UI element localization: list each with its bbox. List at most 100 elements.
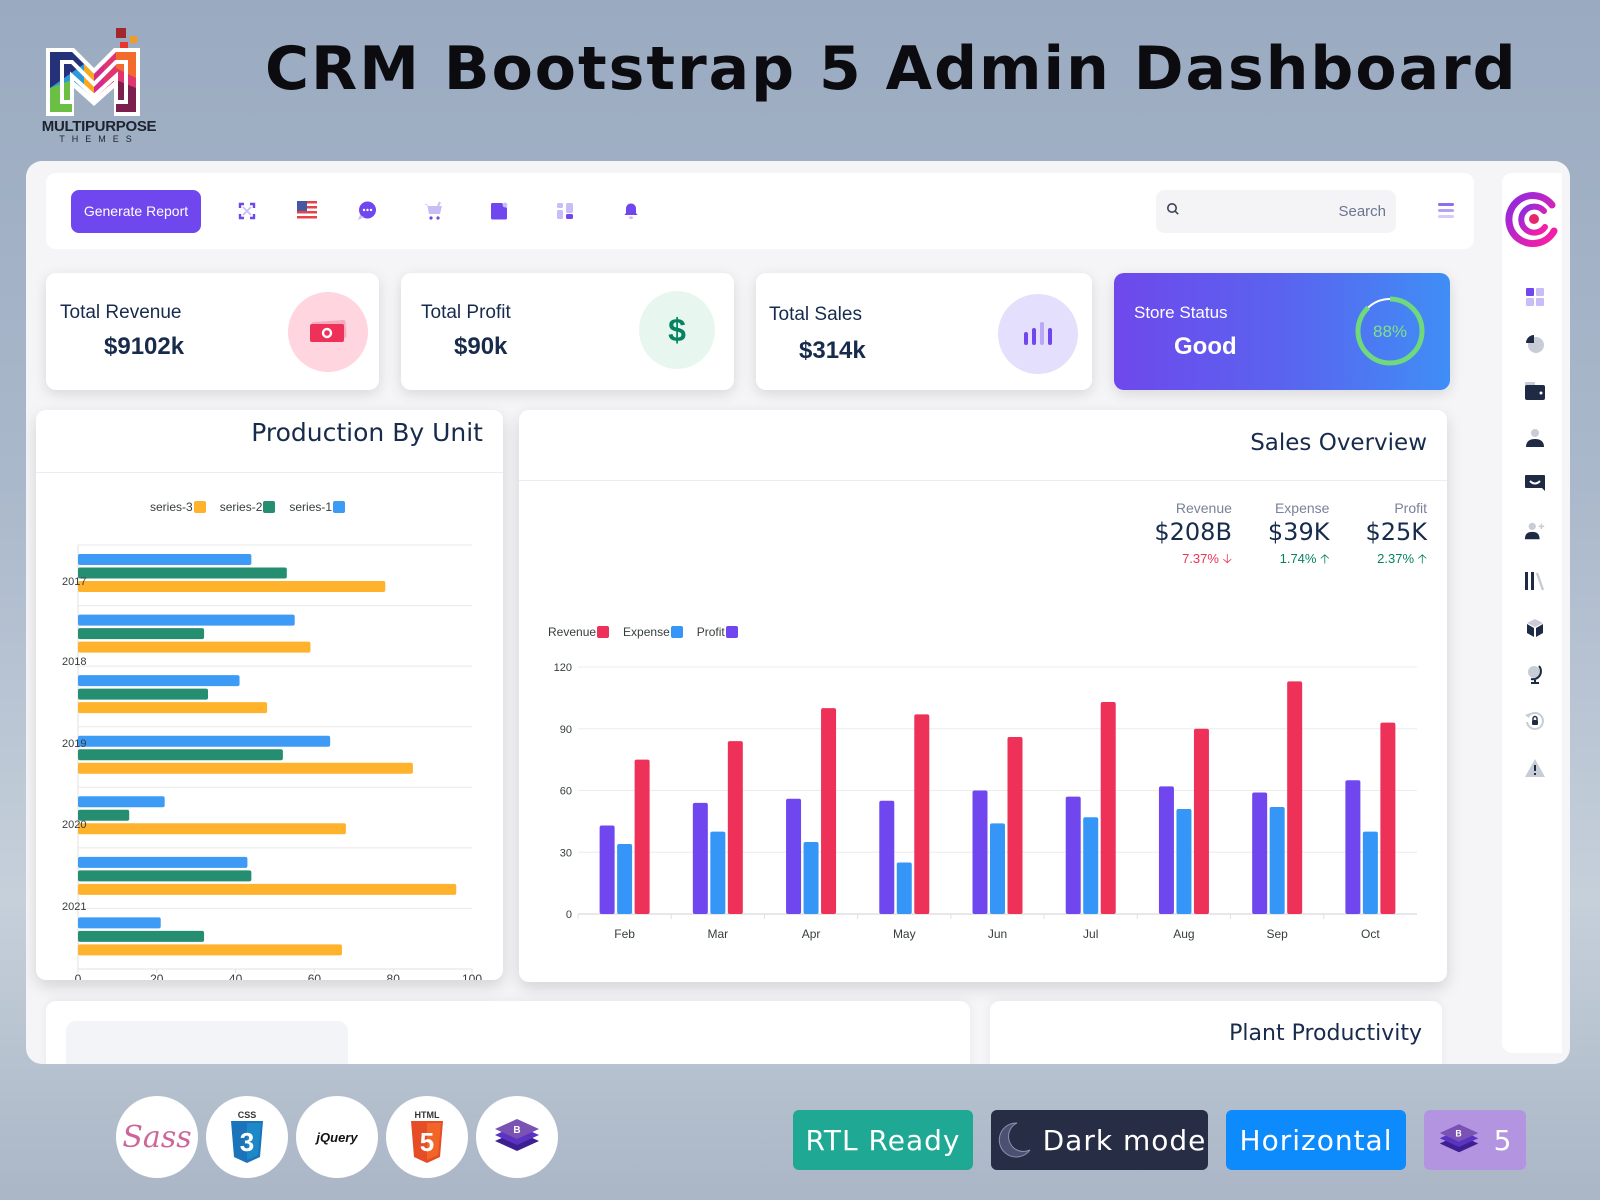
bar-series-3-4 — [78, 823, 346, 835]
warning-icon[interactable] — [1524, 757, 1546, 779]
bar-series-2-5 — [78, 870, 252, 882]
css3-logo: CSS 3 — [206, 1096, 288, 1178]
x-tick-label: 80 — [387, 972, 401, 980]
money-icon — [288, 292, 368, 372]
bar-series-3-5 — [78, 883, 457, 895]
fullscreen-icon[interactable] — [237, 201, 257, 221]
message-icon[interactable] — [1524, 473, 1546, 495]
bar-expense-jul — [1083, 817, 1099, 914]
bar-revenue-aug — [1193, 728, 1209, 914]
bar-series-1-1 — [78, 614, 295, 626]
bar-profit-sep — [1252, 792, 1268, 914]
bar-series-2-1 — [78, 628, 205, 640]
moon-icon — [998, 1122, 1031, 1158]
y-tick-label: 30 — [560, 847, 572, 859]
bar-series-1-0 — [78, 554, 252, 565]
bootstrap-icon: B — [1439, 1124, 1478, 1153]
y-tick-label: 2018 — [62, 656, 86, 668]
bar-revenue-feb — [634, 759, 650, 914]
add-user-icon[interactable] — [1524, 520, 1546, 542]
svg-text:B: B — [513, 1125, 520, 1136]
x-tick-label: Oct — [1361, 927, 1380, 941]
stat-card-total-profit: Total Profit $90k $ — [401, 273, 734, 390]
lock-reset-icon[interactable] — [1524, 710, 1546, 732]
bar-series-3-0 — [78, 581, 386, 592]
note-icon[interactable] — [489, 201, 509, 221]
bar-expense-jun — [990, 823, 1005, 914]
bar-expense-sep — [1269, 806, 1285, 914]
wallet-icon[interactable] — [1524, 380, 1546, 402]
bar-revenue-mar — [727, 741, 743, 914]
logo-text: MULTIPURPOSE — [41, 118, 157, 135]
box-icon[interactable] — [1524, 617, 1546, 639]
store-status-percent: 88% — [1373, 322, 1407, 341]
bar-profit-may — [879, 800, 895, 914]
card-title: Plant Productivity — [1229, 1021, 1422, 1046]
x-tick-label: 60 — [308, 972, 322, 980]
pie-chart-icon[interactable] — [1524, 333, 1546, 355]
logo-subtext: THEMES — [59, 134, 139, 144]
bar-profit-aug — [1158, 786, 1174, 914]
x-tick-label: May — [893, 927, 916, 941]
stat-label: Store Status — [1134, 303, 1228, 322]
cart-icon[interactable] — [423, 201, 443, 221]
svg-text:CSS: CSS — [238, 1110, 257, 1120]
y-tick-label: 2019 — [62, 738, 86, 750]
bar-profit-jul — [1065, 796, 1081, 914]
user-icon[interactable] — [1524, 427, 1546, 449]
dashboard-frame: Generate Report Search Total Revenue $91… — [26, 161, 1570, 1064]
x-tick-label: Jul — [1083, 927, 1098, 941]
search-box — [1156, 190, 1396, 233]
x-tick-label: Jun — [988, 927, 1007, 941]
x-tick-label: 20 — [150, 972, 164, 980]
search-input[interactable] — [1180, 190, 1386, 233]
globe-icon[interactable] — [1524, 663, 1546, 685]
stat-label: Total Sales — [769, 304, 862, 325]
bottom-left-card — [46, 1001, 970, 1064]
brand-swirl-logo-icon[interactable] — [1502, 187, 1562, 251]
bar-revenue-oct — [1380, 722, 1396, 914]
inner-panel — [66, 1021, 348, 1064]
bar-series-1-5 — [78, 856, 248, 868]
stat-value: Good — [1174, 333, 1237, 360]
bar-revenue-jul — [1100, 701, 1116, 914]
bell-icon[interactable] — [621, 201, 641, 221]
jquery-logo: jQuery — [296, 1096, 378, 1178]
us-flag-icon[interactable] — [297, 201, 317, 221]
search-icon — [1166, 202, 1180, 221]
x-tick-label: Feb — [614, 927, 635, 941]
right-sidebar — [1502, 173, 1562, 1053]
menu-toggle-icon[interactable] — [1438, 203, 1454, 219]
bar-series-1-4 — [78, 796, 165, 808]
y-tick-label: 2017 — [62, 576, 86, 588]
stat-card-total-revenue: Total Revenue $9102k — [46, 273, 379, 390]
y-tick-label: 90 — [560, 724, 572, 736]
bar-expense-aug — [1176, 809, 1192, 914]
dashboard-icon[interactable] — [1524, 286, 1546, 308]
bar-series-3-3 — [78, 762, 413, 774]
generate-report-button[interactable]: Generate Report — [71, 189, 201, 233]
stat-card-total-sales: Total Sales $314k — [756, 273, 1092, 390]
x-tick-label: 40 — [229, 972, 243, 980]
bar-revenue-sep — [1287, 681, 1303, 914]
bar-expense-oct — [1362, 831, 1378, 914]
y-tick-label: 60 — [560, 786, 572, 798]
grid-icon[interactable] — [555, 201, 575, 221]
chat-icon[interactable] — [357, 201, 377, 221]
bar-series-2-0 — [78, 567, 287, 579]
library-icon[interactable] — [1524, 570, 1546, 592]
bar-revenue-jun — [1007, 736, 1023, 914]
brand-logo: MULTIPURPOSE THEMES — [34, 10, 164, 145]
bar-series-2-2 — [78, 688, 209, 700]
y-tick-label: 2020 — [62, 819, 86, 831]
badge-bootstrap-5: B 5 — [1424, 1110, 1526, 1170]
x-tick-label: 100 — [462, 972, 482, 980]
stat-value: $90k — [454, 333, 508, 360]
bar-series-1-3 — [78, 735, 331, 747]
bar-chart-icon — [998, 294, 1078, 374]
y-tick-label: 2021 — [62, 901, 86, 913]
bar-profit-jun — [972, 790, 988, 914]
top-navbar: Generate Report — [46, 173, 1474, 249]
stat-value: $9102k — [104, 333, 185, 360]
bar-series-1-6 — [78, 917, 161, 929]
